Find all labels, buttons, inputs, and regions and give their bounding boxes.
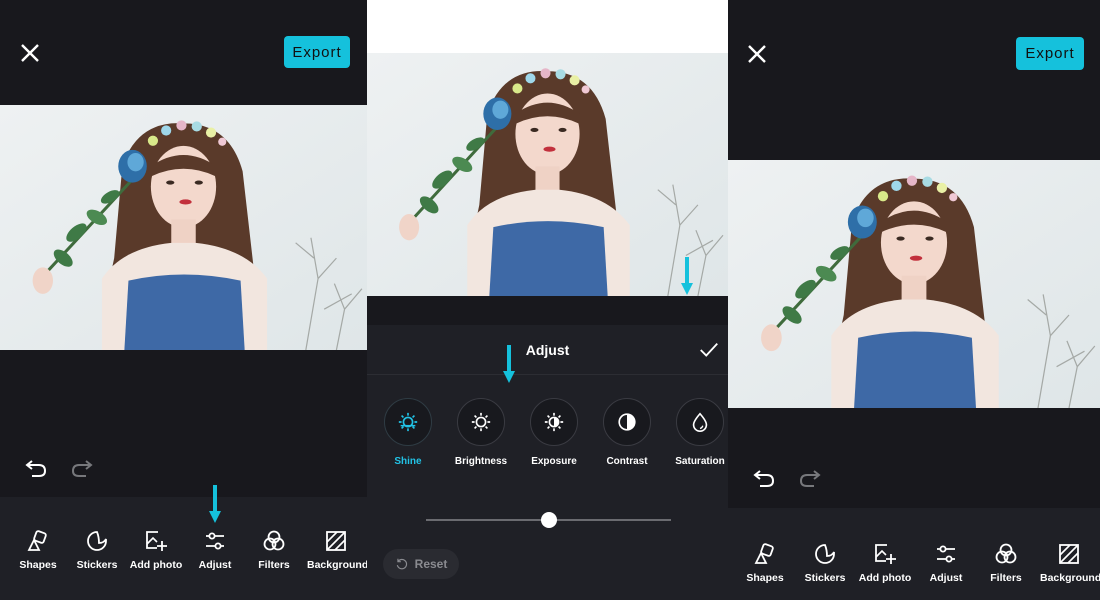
- tool-filters[interactable]: Filters: [976, 542, 1036, 584]
- tool-background[interactable]: Background: [305, 529, 367, 571]
- tool-label: Stickers: [76, 559, 118, 571]
- tool-label: Background: [1040, 572, 1100, 584]
- sliders-icon: [206, 532, 224, 550]
- shine-icon: [398, 412, 418, 432]
- tool-label: Add photo: [129, 559, 183, 571]
- right-editor-screen: Export Shapes Stickers Add photo Adjust: [728, 0, 1100, 600]
- tool-shapes[interactable]: Shapes: [8, 529, 68, 571]
- photo-canvas[interactable]: [728, 160, 1100, 408]
- shapes-icon: [754, 543, 774, 564]
- add-photo-icon: [146, 531, 167, 551]
- reset-icon: [396, 558, 407, 570]
- reset-label: Reset: [414, 557, 448, 571]
- tool-label: Stickers: [804, 572, 846, 584]
- adjust-option-label: Brightness: [454, 456, 508, 467]
- adjust-option-label: Exposure: [531, 456, 577, 467]
- tool-label: Filters: [990, 572, 1022, 584]
- tool-add-photo[interactable]: Add photo: [126, 529, 186, 571]
- adjust-option-saturation[interactable]: Saturation: [669, 398, 728, 467]
- bottom-toolbar: Shapes Stickers Add photo Adjust Filters…: [728, 508, 1100, 600]
- adjust-header: Adjust: [367, 325, 728, 375]
- exposure-icon: [544, 412, 564, 432]
- left-editor-screen: Export Shapes Stickers Add photo Adjust: [0, 0, 367, 600]
- adjust-slider-handle[interactable]: [540, 512, 557, 528]
- tool-stickers[interactable]: Stickers: [67, 529, 127, 571]
- check-icon[interactable]: [698, 339, 720, 361]
- tool-label: Filters: [258, 559, 290, 571]
- tool-adjust[interactable]: Adjust: [916, 542, 976, 584]
- background-icon: [1059, 544, 1079, 564]
- adjust-option-shine[interactable]: Shine: [377, 398, 439, 467]
- tool-label: Background: [307, 559, 367, 571]
- adjust-screen: Adjust Shine Brightness Exposure Contras…: [367, 0, 728, 600]
- tool-shapes[interactable]: Shapes: [735, 542, 795, 584]
- tool-label: Shapes: [19, 559, 57, 571]
- adjust-option-label: Contrast: [606, 456, 648, 467]
- tool-label: Adjust: [198, 559, 232, 571]
- sliders-icon: [937, 545, 955, 563]
- tool-label: Shapes: [746, 572, 784, 584]
- add-photo-icon: [875, 544, 896, 564]
- arrow-down-icon: [503, 345, 515, 383]
- saturation-icon: [692, 412, 708, 432]
- sticker-icon: [815, 544, 835, 564]
- close-icon[interactable]: [18, 41, 42, 65]
- brightness-icon: [471, 412, 491, 432]
- adjust-option-exposure[interactable]: Exposure: [523, 398, 585, 467]
- tool-label: Add photo: [858, 572, 912, 584]
- redo-icon[interactable]: [70, 455, 94, 479]
- adjust-title: Adjust: [525, 342, 570, 358]
- redo-icon[interactable]: [798, 465, 822, 489]
- photo-canvas[interactable]: [0, 105, 367, 350]
- adjust-option-brightness[interactable]: Brightness: [450, 398, 512, 467]
- tool-background[interactable]: Background: [1039, 542, 1100, 584]
- photo-canvas[interactable]: [367, 53, 728, 296]
- background-icon: [326, 531, 346, 551]
- undo-icon[interactable]: [24, 455, 48, 479]
- contrast-icon: [618, 413, 636, 431]
- close-icon[interactable]: [745, 42, 769, 66]
- bottom-toolbar: Shapes Stickers Add photo Adjust Filters…: [0, 497, 367, 600]
- adjust-option-contrast[interactable]: Contrast: [596, 398, 658, 467]
- arrow-down-icon: [209, 485, 221, 523]
- tool-label: Adjust: [929, 572, 963, 584]
- tool-filters[interactable]: Filters: [244, 529, 304, 571]
- tool-adjust[interactable]: Adjust: [185, 529, 245, 571]
- adjust-option-label: Shine: [394, 456, 422, 467]
- reset-button[interactable]: Reset: [383, 549, 459, 579]
- arrow-down-icon: [681, 257, 693, 295]
- sticker-icon: [87, 531, 107, 551]
- filters-icon: [995, 543, 1017, 564]
- export-button[interactable]: Export: [284, 36, 350, 68]
- tool-add-photo[interactable]: Add photo: [855, 542, 915, 584]
- filters-icon: [263, 530, 285, 551]
- adjust-panel: Adjust Shine Brightness Exposure Contras…: [367, 325, 728, 600]
- export-button[interactable]: Export: [1016, 37, 1084, 70]
- tool-stickers[interactable]: Stickers: [795, 542, 855, 584]
- undo-icon[interactable]: [752, 465, 776, 489]
- adjust-option-label: Saturation: [675, 456, 725, 467]
- shapes-icon: [27, 530, 47, 551]
